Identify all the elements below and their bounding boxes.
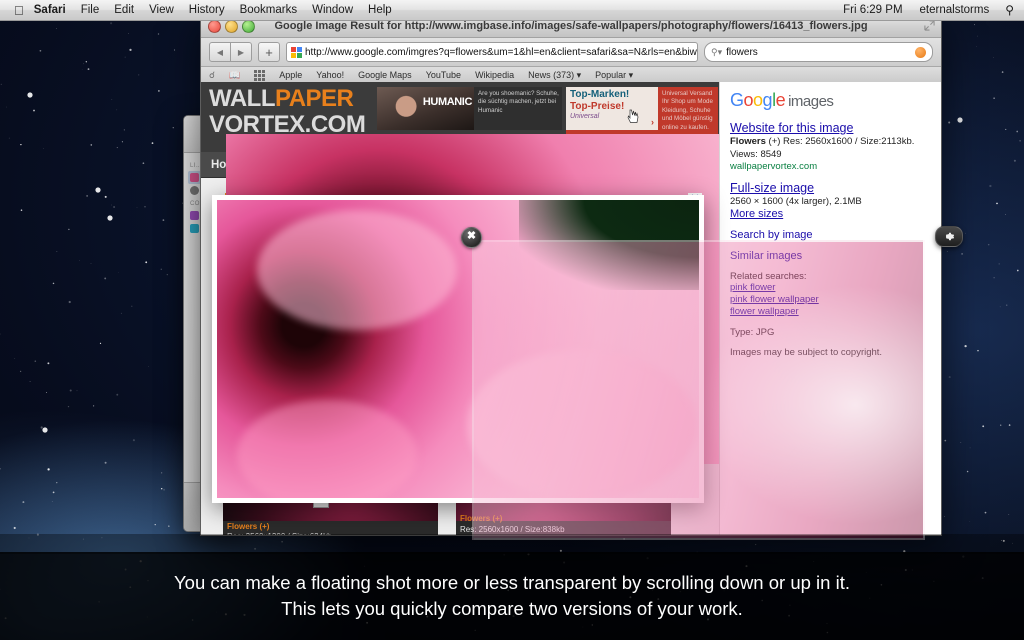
- thumbnail-title: Flowers (+): [227, 522, 270, 531]
- bookmark-yahoo[interactable]: Yahoo!: [316, 70, 344, 80]
- more-sizes-link[interactable]: More sizes: [730, 208, 931, 220]
- logo-paper: PAPER: [274, 85, 354, 112]
- ad-line2: Top-Preise!: [570, 101, 625, 112]
- search-magnifier-icon: ⚲▾: [711, 46, 723, 57]
- ad-line3: Universal: [570, 113, 600, 120]
- menu-item-file[interactable]: File: [81, 4, 100, 16]
- source-domain: wallpapervortex.com: [730, 161, 818, 172]
- ad-line1: Top-Marken!: [570, 89, 630, 100]
- search-field[interactable]: ⚲▾ flowers: [704, 42, 933, 62]
- gear-glyph: [945, 232, 954, 241]
- menu-item-safari[interactable]: Safari: [34, 4, 66, 16]
- spotlight-search-icon[interactable]: ⚲: [1005, 3, 1014, 17]
- logo-letter: o: [743, 90, 754, 110]
- bookmark-apple[interactable]: Apple: [279, 70, 302, 80]
- logo-letter: o: [753, 90, 763, 110]
- bookmark-youtube[interactable]: YouTube: [426, 70, 461, 80]
- logo-wall: WALL: [209, 85, 275, 112]
- search-field-value: flowers: [726, 46, 758, 58]
- petal-highlight: [237, 400, 417, 498]
- floating-shot-transparent[interactable]: [472, 240, 925, 540]
- google-favicon-icon: [291, 46, 302, 58]
- app-icon: [190, 211, 199, 220]
- caption-bar: You can make a floating shot more or les…: [0, 552, 1024, 640]
- minimize-window-button[interactable]: [225, 19, 238, 33]
- bookmarks-icon[interactable]: 📖: [229, 70, 240, 81]
- address-bar[interactable]: http://www.google.com/imgres?q=flowers&u…: [286, 42, 698, 62]
- image-info: Flowers (+) Res: 2560x1600 / Size:2113kb…: [730, 135, 931, 148]
- menubar-clock[interactable]: Fri 6:29 PM: [843, 4, 902, 16]
- menu-item-edit[interactable]: Edit: [114, 4, 134, 16]
- window-controls[interactable]: [201, 19, 255, 33]
- video-scrim: [0, 534, 1024, 554]
- gear-icon[interactable]: [935, 226, 963, 247]
- image-name: Flowers: [730, 136, 766, 147]
- bookmark-popular[interactable]: Popular ▾: [595, 70, 633, 81]
- clear-search-icon[interactable]: [915, 46, 926, 58]
- address-bar-url: http://www.google.com/imgres?q=flowers&u…: [305, 46, 698, 58]
- bookmark-news[interactable]: News (373) ▾: [528, 70, 581, 81]
- petal-highlight: [257, 210, 457, 330]
- logo-letter: g: [762, 90, 773, 110]
- back-button[interactable]: ◀: [209, 42, 231, 62]
- caption-line-1: You can make a floating shot more or les…: [174, 572, 850, 593]
- app-icon: [190, 224, 199, 233]
- ad-arrow-icon[interactable]: ›: [651, 117, 654, 127]
- top-sites-grid-icon[interactable]: [254, 69, 266, 81]
- image-views: Views: 8549: [730, 149, 782, 160]
- window-title: Google Image Result for http://www.imgba…: [274, 20, 868, 32]
- safari-toolbar[interactable]: ◀ ▶ + http://www.google.com/imgres?q=flo…: [201, 38, 941, 67]
- menu-item-help[interactable]: Help: [368, 4, 392, 16]
- logo-suffix: images: [788, 93, 834, 110]
- image-name-suffix: (+) Res: 2560x1600 / Size:2113kb.: [768, 136, 915, 147]
- full-size-image-link[interactable]: Full-size image: [730, 181, 931, 195]
- zoom-window-button[interactable]: [242, 19, 255, 33]
- navigation-buttons[interactable]: ◀ ▶: [209, 42, 252, 62]
- forward-button[interactable]: ▶: [231, 42, 252, 62]
- floating-shot-transparent-image: [472, 240, 925, 540]
- apple-icon[interactable]: : [14, 4, 24, 17]
- close-window-button[interactable]: [208, 19, 221, 33]
- ad-headline: Top-Marken! Top-Preise! Universal ›: [566, 87, 658, 130]
- menu-item-window[interactable]: Window: [312, 4, 353, 16]
- menubar-username[interactable]: eternalstorms: [920, 4, 990, 16]
- close-circle-icon[interactable]: ✖: [461, 227, 482, 248]
- reader-glasses-icon[interactable]: ☌: [209, 70, 215, 81]
- menu-item-view[interactable]: View: [149, 4, 174, 16]
- ad-copy: Are you shoemanic? Schuhe, die süchtig m…: [478, 90, 559, 114]
- ad-brand: HUMANIC: [422, 96, 473, 108]
- website-for-this-image-link[interactable]: Website for this image: [730, 121, 931, 135]
- caption-line-2: This lets you quickly compare two versio…: [281, 598, 743, 619]
- full-size-detail: 2560 × 1600 (4x larger), 2.1MB: [730, 196, 862, 207]
- menu-item-history[interactable]: History: [189, 4, 225, 16]
- logo-letter: G: [730, 90, 744, 110]
- disk-icon: [190, 186, 199, 195]
- bookmark-google-maps[interactable]: Google Maps: [358, 70, 412, 80]
- menu-item-bookmarks[interactable]: Bookmarks: [240, 4, 298, 16]
- folder-icon: [190, 173, 199, 182]
- ad-copy: Universal Versand Ihr Shop um Mode Kleid…: [662, 90, 713, 131]
- google-images-logo: Google images: [730, 90, 931, 111]
- logo-letter: e: [775, 90, 786, 110]
- new-tab-button[interactable]: +: [258, 42, 280, 62]
- resize-corner-icon[interactable]: [924, 20, 935, 31]
- menu-bar[interactable]:  Safari File Edit View History Bookmark…: [0, 0, 1024, 21]
- bookmark-wikipedia[interactable]: Wikipedia: [475, 70, 514, 80]
- ad-image: HUMANIC: [377, 87, 474, 130]
